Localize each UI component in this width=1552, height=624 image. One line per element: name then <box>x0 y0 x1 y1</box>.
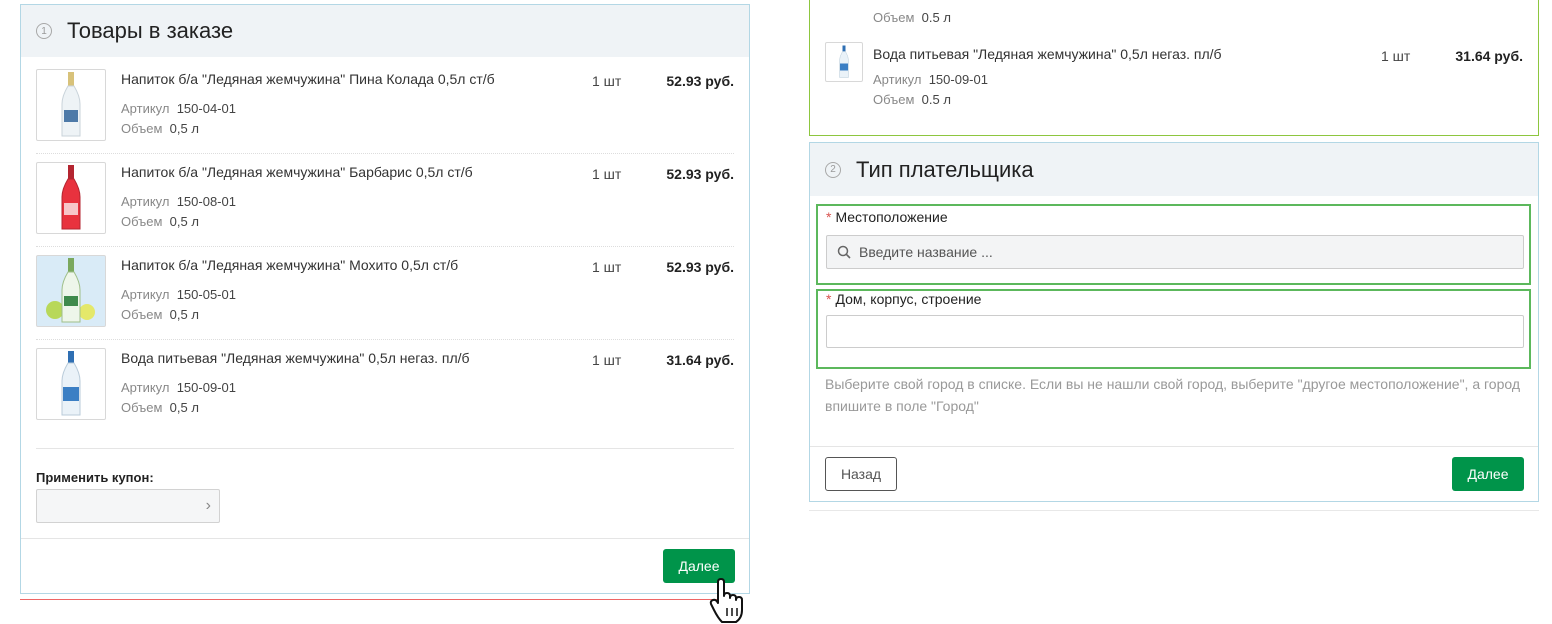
product-image[interactable] <box>825 42 863 82</box>
item-price: 31.64 руб. <box>1455 48 1523 64</box>
volume-value: 0,5 л <box>169 214 199 229</box>
volume-label: Объем <box>121 214 163 229</box>
chevron-right-icon[interactable]: › <box>206 497 211 515</box>
summary-item: Вода питьевая "Ледяная жемчужина" 0,5л н… <box>825 36 1523 116</box>
item-volume: Объем 0,5 л <box>121 400 199 415</box>
item-name[interactable]: Вода питьевая "Ледяная жемчужина" 0,5л н… <box>121 350 470 366</box>
order-item: Напиток б/а "Ледяная жемчужина" Пина Кол… <box>36 61 734 154</box>
article-label: Артикул <box>121 287 170 302</box>
required-mark: * <box>826 209 832 225</box>
volume-value: 0,5 л <box>169 121 199 136</box>
product-image[interactable] <box>36 255 106 327</box>
item-price: 52.93 руб. <box>666 166 734 182</box>
hand-cursor-icon <box>709 578 743 623</box>
back-button[interactable]: Назад <box>825 457 897 491</box>
item-quantity: 1 шт <box>592 166 622 182</box>
item-volume: Объем 0.5 л <box>873 10 951 25</box>
volume-label: Объем <box>121 400 163 415</box>
divider <box>20 599 738 600</box>
item-volume: Объем 0,5 л <box>121 307 199 322</box>
item-quantity: 1 шт <box>592 352 622 368</box>
item-article: Артикул 150-09-01 <box>873 72 988 87</box>
article-value: 150-09-01 <box>176 380 236 395</box>
item-volume: Объем 0,5 л <box>121 121 199 136</box>
house-label-text: Дом, корпус, строение <box>835 291 982 307</box>
coupon-label: Применить купон: <box>36 470 154 485</box>
divider <box>810 446 1538 447</box>
divider <box>36 448 734 449</box>
article-value: 150-08-01 <box>176 194 236 209</box>
order-item: Напиток б/а "Ледяная жемчужина" Мохито 0… <box>36 247 734 340</box>
item-name[interactable]: Вода питьевая "Ледяная жемчужина" 0,5л н… <box>873 46 1222 62</box>
divider <box>809 510 1539 511</box>
required-mark: * <box>826 291 832 307</box>
item-quantity: 1 шт <box>592 259 622 275</box>
article-value: 150-04-01 <box>176 101 236 116</box>
panel-title: Товары в заказе <box>67 18 234 43</box>
article-label: Артикул <box>873 72 922 87</box>
payer-type-header: 2 Тип плательщика <box>810 143 1538 196</box>
product-image[interactable] <box>36 162 106 234</box>
order-items-panel: 1 Товары в заказе Напиток б/а "Ледяная ж… <box>20 4 750 594</box>
order-items-header: 1 Товары в заказе <box>21 5 749 57</box>
bottle-icon <box>46 258 95 323</box>
volume-value: 0.5 л <box>921 10 951 25</box>
panel-title: Тип плательщика <box>856 156 1034 182</box>
divider <box>21 538 749 539</box>
item-article: Артикул 150-09-01 <box>121 380 236 395</box>
house-field-group: * Дом, корпус, строение <box>816 289 1531 369</box>
location-field-group: * Местоположение Введите название ... <box>816 204 1531 285</box>
volume-label: Объем <box>873 92 915 107</box>
step-number: 2 <box>825 161 841 178</box>
bottle-icon <box>839 45 849 78</box>
step-number: 1 <box>36 23 52 39</box>
item-price: 52.93 руб. <box>666 73 734 89</box>
volume-value: 0.5 л <box>921 92 951 107</box>
bottle-icon <box>61 351 81 416</box>
article-value: 150-05-01 <box>176 287 236 302</box>
payer-type-panel: 2 Тип плательщика * Местоположение Введит… <box>809 142 1539 502</box>
item-volume: Объем 0.5 л <box>873 92 951 107</box>
item-quantity: 1 шт <box>1381 48 1411 64</box>
bottle-icon <box>61 165 81 230</box>
search-placeholder: Введите название ... <box>859 244 993 260</box>
item-price: 52.93 руб. <box>666 259 734 275</box>
volume-value: 0,5 л <box>169 307 199 322</box>
location-search-input[interactable]: Введите название ... <box>826 235 1524 269</box>
item-price: 31.64 руб. <box>666 352 734 368</box>
volume-value: 0,5 л <box>169 400 199 415</box>
item-name[interactable]: Напиток б/а "Ледяная жемчужина" Пина Кол… <box>121 71 495 87</box>
item-article: Артикул 150-04-01 <box>121 101 236 116</box>
house-input[interactable] <box>826 315 1524 348</box>
item-quantity: 1 шт <box>592 73 622 89</box>
next-button[interactable]: Далее <box>1452 457 1524 491</box>
house-label: * Дом, корпус, строение <box>826 291 981 307</box>
location-label-text: Местоположение <box>835 209 948 225</box>
item-name[interactable]: Напиток б/а "Ледяная жемчужина" Барбарис… <box>121 164 473 180</box>
bottle-icon <box>61 72 81 137</box>
location-label: * Местоположение <box>826 209 948 225</box>
search-icon <box>837 245 851 259</box>
coupon-input[interactable]: › <box>36 489 220 523</box>
article-label: Артикул <box>121 194 170 209</box>
item-article: Артикул 150-08-01 <box>121 194 236 209</box>
location-hint: Выберите свой город в списке. Если вы не… <box>825 376 1521 414</box>
item-article: Артикул 150-05-01 <box>121 287 236 302</box>
item-volume: Объем 0,5 л <box>121 214 199 229</box>
volume-label: Объем <box>873 10 915 25</box>
order-item: Вода питьевая "Ледяная жемчужина" 0,5л н… <box>36 340 734 433</box>
article-label: Артикул <box>121 380 170 395</box>
order-item: Напиток б/а "Ледяная жемчужина" Барбарис… <box>36 154 734 247</box>
product-image[interactable] <box>36 69 106 141</box>
product-image[interactable] <box>36 348 106 420</box>
volume-label: Объем <box>121 307 163 322</box>
article-label: Артикул <box>121 101 170 116</box>
item-name[interactable]: Напиток б/а "Ледяная жемчужина" Мохито 0… <box>121 257 458 273</box>
article-value: 150-09-01 <box>928 72 988 87</box>
volume-label: Объем <box>121 121 163 136</box>
